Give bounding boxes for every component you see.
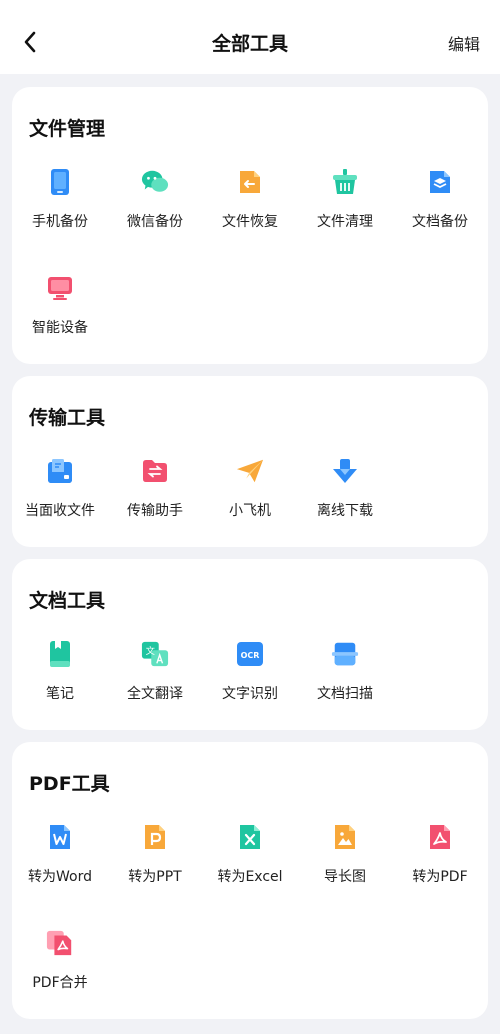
tool-long-image[interactable]: 导长图 [297,823,393,913]
scan-icon [331,640,359,668]
tool-to-excel[interactable]: 转为Excel [202,823,298,913]
tool-wechat-backup[interactable]: 微信备份 [107,168,203,258]
translate-icon: 文 [141,640,169,668]
section-pdf-tools: PDF工具 转为Word 转为PPT 转为Excel 导长图 转为PDF PDF… [12,742,488,1019]
tool-label: 小飞机 [229,503,271,519]
tool-label: 文档备份 [412,214,468,230]
ppt-icon [141,823,169,851]
pdf-icon [426,823,454,851]
tool-label: 微信备份 [127,214,183,230]
section-title: 文档工具 [29,590,106,612]
section-title: PDF工具 [29,773,110,795]
section-file-management: 文件管理 手机备份 微信备份 文件恢复 文件清理 文档备份 智能设备 [12,87,488,364]
tool-phone-backup[interactable]: 手机备份 [12,168,108,258]
tool-label: 转为Word [28,869,92,885]
tool-paper-plane[interactable]: 小飞机 [202,457,298,547]
tool-to-word[interactable]: 转为Word [12,823,108,913]
ocr-icon: OCR [236,640,264,668]
tool-full-translate[interactable]: 文 全文翻译 [107,640,203,730]
download-icon [331,457,359,485]
section-title: 文件管理 [29,118,106,140]
tool-label: 传输助手 [127,503,183,519]
tool-label: 转为PPT [128,869,182,885]
phone-icon [46,168,74,196]
tool-note[interactable]: 笔记 [12,640,108,730]
tool-label: 文件清理 [317,214,373,230]
paper-plane-icon [236,457,264,485]
ocr-glyph: OCR [241,651,260,660]
tool-label: 离线下载 [317,503,373,519]
tool-ocr[interactable]: OCR 文字识别 [202,640,298,730]
section-transfer-tools: 传输工具 当面收文件 传输助手 小飞机 离线下载 [12,376,488,547]
excel-icon [236,823,264,851]
tool-label: 导长图 [324,869,366,885]
tool-pdf-merge[interactable]: PDF合并 [12,929,108,1019]
tool-to-pdf[interactable]: 转为PDF [392,823,488,913]
tool-label: 文件恢复 [222,214,278,230]
translate-glyph: 文 [146,645,155,657]
clean-basket-icon [331,168,359,196]
tool-label: 当面收文件 [25,503,95,519]
section-title: 传输工具 [29,407,106,429]
pdf-merge-icon [46,929,74,957]
tool-smart-device[interactable]: 智能设备 [12,274,108,364]
tool-label: 文档扫描 [317,686,373,702]
doc-backup-icon [426,168,454,196]
tool-label: PDF合并 [32,975,88,991]
tool-receive-file[interactable]: 当面收文件 [12,457,108,547]
file-restore-icon [236,168,264,196]
tool-doc-backup[interactable]: 文档备份 [392,168,488,258]
edit-button[interactable]: 编辑 [448,31,480,55]
section-document-tools: 文档工具 笔记 文 全文翻译 OCR 文字识别 文档扫描 [12,559,488,730]
tool-label: 转为Excel [217,869,283,885]
note-icon [46,640,74,668]
tool-label: 智能设备 [32,320,88,336]
transfer-folder-icon [141,457,169,485]
tool-file-restore[interactable]: 文件恢复 [202,168,298,258]
wechat-icon [141,168,169,196]
page-title: 全部工具 [211,33,288,55]
tool-label: 手机备份 [32,214,88,230]
receive-file-icon [46,457,74,485]
tool-label: 全文翻译 [127,686,183,702]
long-image-icon [331,823,359,851]
tool-file-clean[interactable]: 文件清理 [297,168,393,258]
tool-transfer-assistant[interactable]: 传输助手 [107,457,203,547]
tool-to-ppt[interactable]: 转为PPT [107,823,203,913]
smart-device-icon [46,274,74,302]
tool-doc-scan[interactable]: 文档扫描 [297,640,393,730]
tool-label: 文字识别 [222,686,278,702]
top-bar: 全部工具 编辑 [0,0,500,74]
tool-label: 笔记 [46,686,74,702]
tool-offline-download[interactable]: 离线下载 [297,457,393,547]
word-icon [46,823,74,851]
tool-label: 转为PDF [412,869,468,885]
